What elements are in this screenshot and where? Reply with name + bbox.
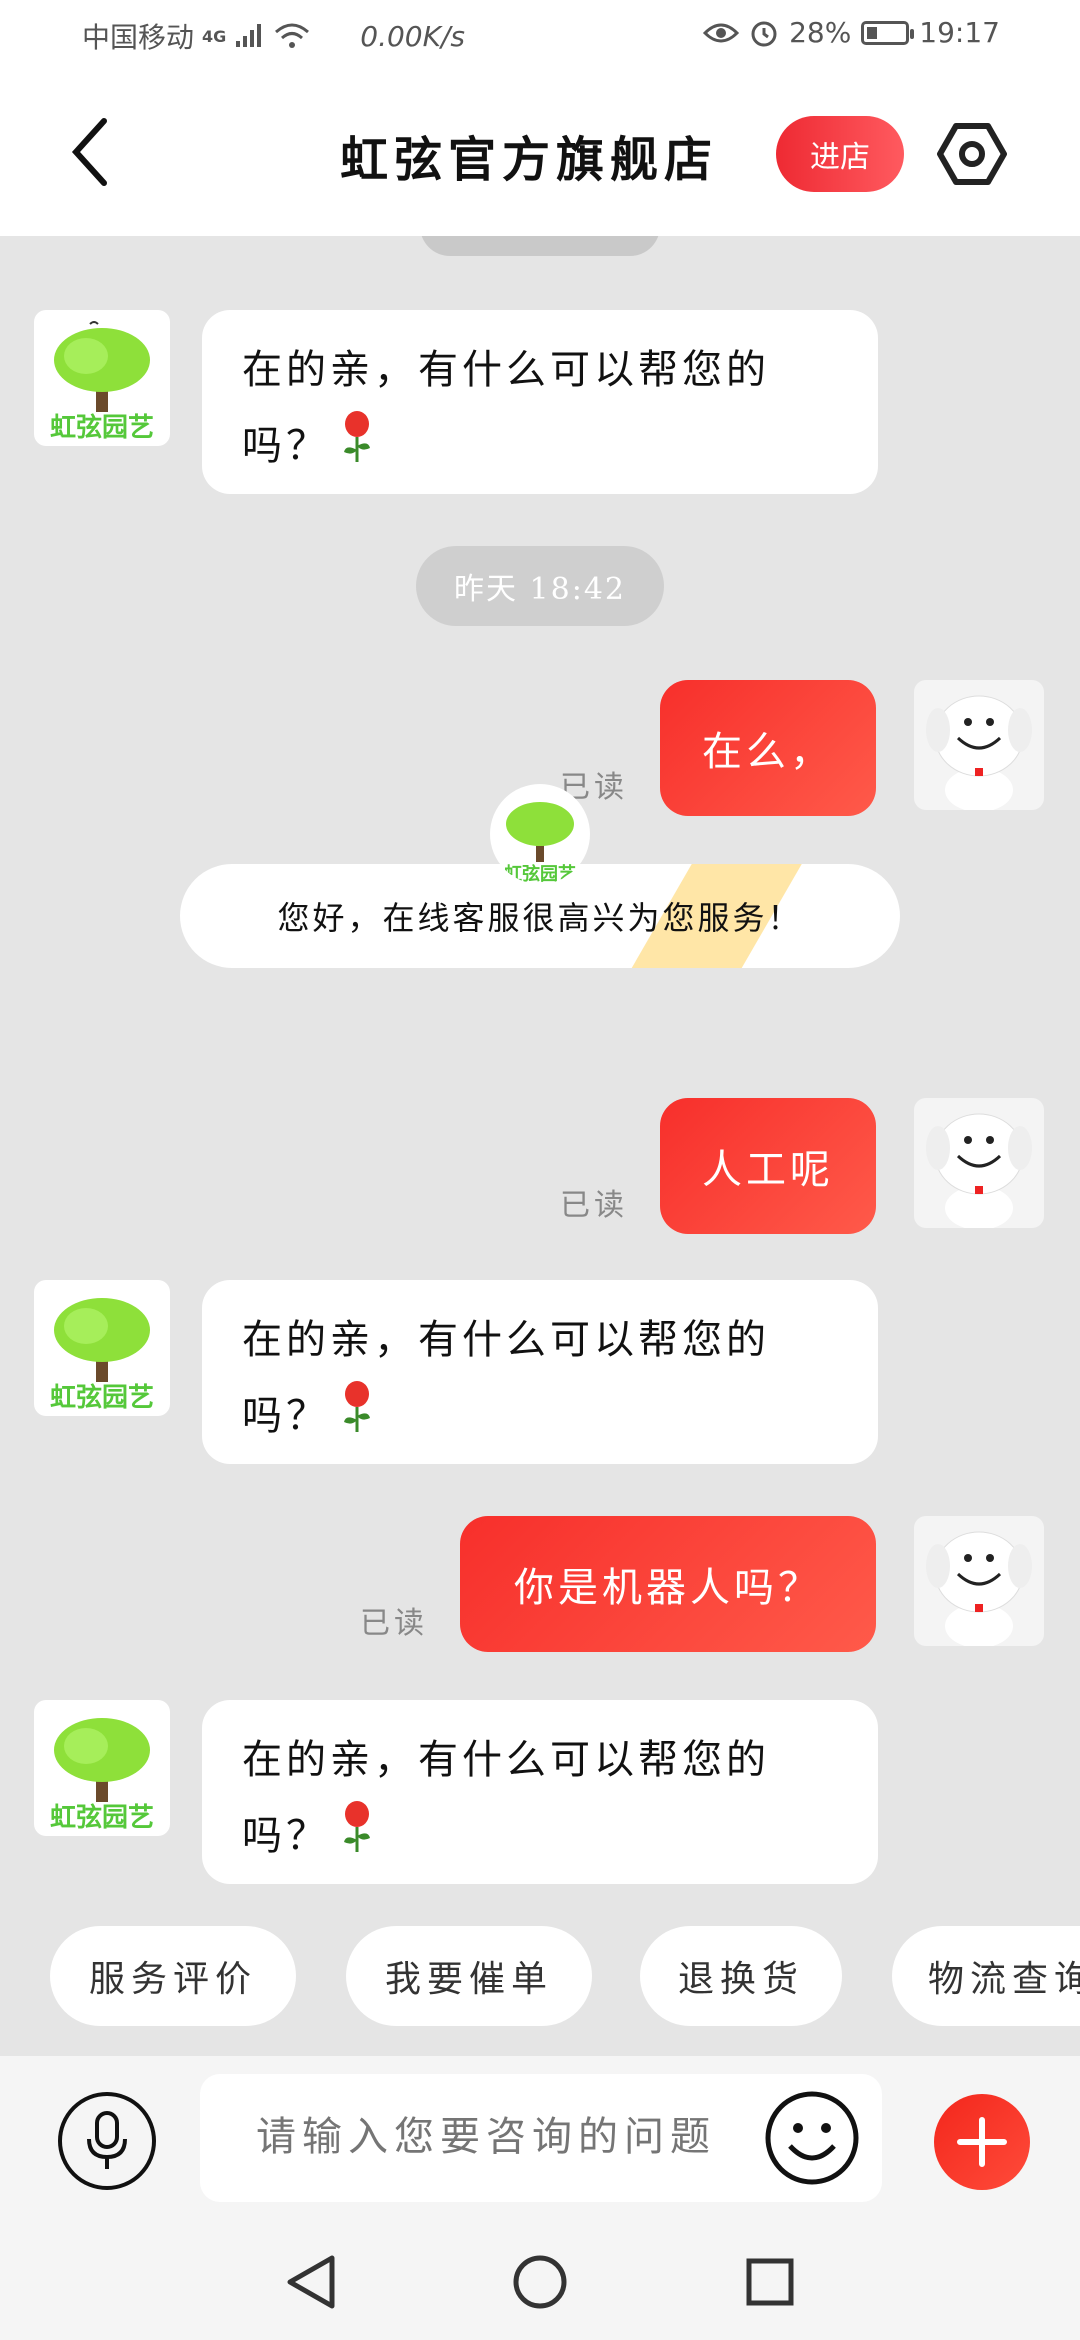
tree-logo-icon: 虹弦园艺 (504, 802, 576, 884)
message-text: 在的亲，有什么可以帮您的吗？ (242, 347, 770, 469)
chat-area[interactable]: 虹弦园艺 在的亲，有什么可以帮您的吗？ 昨天 18:42 已读 在么， 您好，在… (0, 236, 1080, 2056)
svg-text:虹弦园艺: 虹弦园艺 (50, 1803, 154, 1833)
user-avatar[interactable] (914, 1516, 1044, 1646)
voice-button[interactable] (58, 2092, 156, 2190)
smiley-icon (765, 2091, 859, 2185)
store-title: 虹弦官方旗舰店 (340, 132, 719, 188)
alarm-icon (751, 21, 777, 46)
quick-reply-chip[interactable]: 退换货 (640, 1926, 842, 2026)
user-message-bubble[interactable]: 在么， (660, 680, 876, 816)
triangle-back-icon (287, 2255, 335, 2309)
plus-icon (957, 2117, 1007, 2167)
input-bar (0, 2056, 1080, 2224)
wifi-icon (275, 23, 310, 48)
puppy-avatar-icon (926, 695, 1032, 810)
status-bar: 中国移动 4G 0.00K/s 28% 19:17 (0, 0, 1080, 72)
user-avatar[interactable] (914, 1098, 1044, 1228)
tree-logo-icon: 虹弦园艺 (50, 1298, 154, 1413)
quick-reply-chip[interactable]: 我要催单 (346, 1926, 592, 2026)
system-nav-bar (0, 2224, 1080, 2340)
message-text: 在的亲，有什么可以帮您的吗？ (242, 1317, 770, 1439)
settings-button[interactable] (930, 112, 1014, 196)
system-notice: 您好，在线客服很高兴为您服务！ 虹弦园艺 (180, 784, 900, 968)
tree-logo-icon: 虹弦园艺 (50, 321, 154, 443)
quick-reply-chip[interactable]: 服务评价 (50, 1926, 296, 2026)
quick-reply-chip[interactable]: 物流查询 (892, 1926, 1080, 2026)
chat-header: 虹弦官方旗舰店 进店 (0, 72, 1080, 236)
shop-avatar[interactable]: 虹弦园艺 (34, 1700, 170, 1836)
back-button[interactable] (60, 112, 120, 192)
timestamp-pill: 昨天 18:42 (416, 546, 664, 626)
message-input-container (200, 2074, 882, 2202)
read-status: 已读 (360, 1606, 428, 1641)
clock: 19:17 (919, 16, 1000, 49)
quick-reply-bar: 服务评价 我要催单 退换货 物流查询 (0, 1926, 1080, 2026)
shop-message-bubble[interactable]: 在的亲，有什么可以帮您的吗？ (202, 1280, 878, 1464)
message-input[interactable] (256, 2114, 756, 2160)
battery-icon (861, 20, 915, 45)
signal-icon (236, 24, 262, 47)
read-status: 已读 (560, 1188, 628, 1223)
user-avatar[interactable] (914, 680, 1044, 810)
user-message-bubble[interactable]: 你是机器人吗？ (460, 1516, 876, 1652)
emoji-button[interactable] (762, 2088, 862, 2188)
user-message-bubble[interactable]: 人工呢 (660, 1098, 876, 1234)
circle-home-icon (513, 2255, 567, 2309)
system-notice-text: 您好，在线客服很高兴为您服务！ (277, 899, 803, 937)
rose-emoji-icon (340, 1380, 374, 1459)
shop-avatar-small: 虹弦园艺 (490, 784, 590, 884)
chevron-left-icon (71, 118, 107, 186)
microphone-icon (87, 2111, 127, 2169)
eye-icon (703, 23, 740, 42)
enter-store-button[interactable]: 进店 (776, 116, 904, 192)
rose-emoji-icon (340, 410, 374, 489)
nav-back-button[interactable] (280, 2252, 340, 2312)
svg-text:虹弦园艺: 虹弦园艺 (50, 413, 154, 443)
message-text: 在的亲，有什么可以帮您的吗？ (242, 1737, 770, 1859)
puppy-avatar-icon (926, 1531, 1032, 1646)
shop-message-bubble[interactable]: 在的亲，有什么可以帮您的吗？ (202, 310, 878, 494)
previous-time-pill (420, 236, 660, 256)
tree-logo-icon: 虹弦园艺 (50, 1718, 154, 1833)
shop-message-bubble[interactable]: 在的亲，有什么可以帮您的吗？ (202, 1700, 878, 1884)
rose-emoji-icon (340, 1800, 374, 1879)
svg-text:虹弦园艺: 虹弦园艺 (50, 1383, 154, 1413)
shop-avatar[interactable]: 虹弦园艺 (34, 1280, 170, 1416)
square-recents-icon (746, 2258, 794, 2306)
nav-home-button[interactable] (510, 2252, 570, 2312)
puppy-avatar-icon (926, 1113, 1032, 1228)
shop-avatar[interactable]: 虹弦园艺 (34, 310, 170, 446)
hexagon-settings-icon (937, 123, 1007, 185)
nav-recents-button[interactable] (740, 2252, 800, 2312)
more-button[interactable] (934, 2094, 1030, 2190)
network-type: 4G (202, 26, 227, 46)
carrier-label: 中国移动 (82, 21, 195, 54)
battery-percent: 28% (789, 16, 852, 49)
network-speed: 0.00K/s (360, 19, 466, 53)
